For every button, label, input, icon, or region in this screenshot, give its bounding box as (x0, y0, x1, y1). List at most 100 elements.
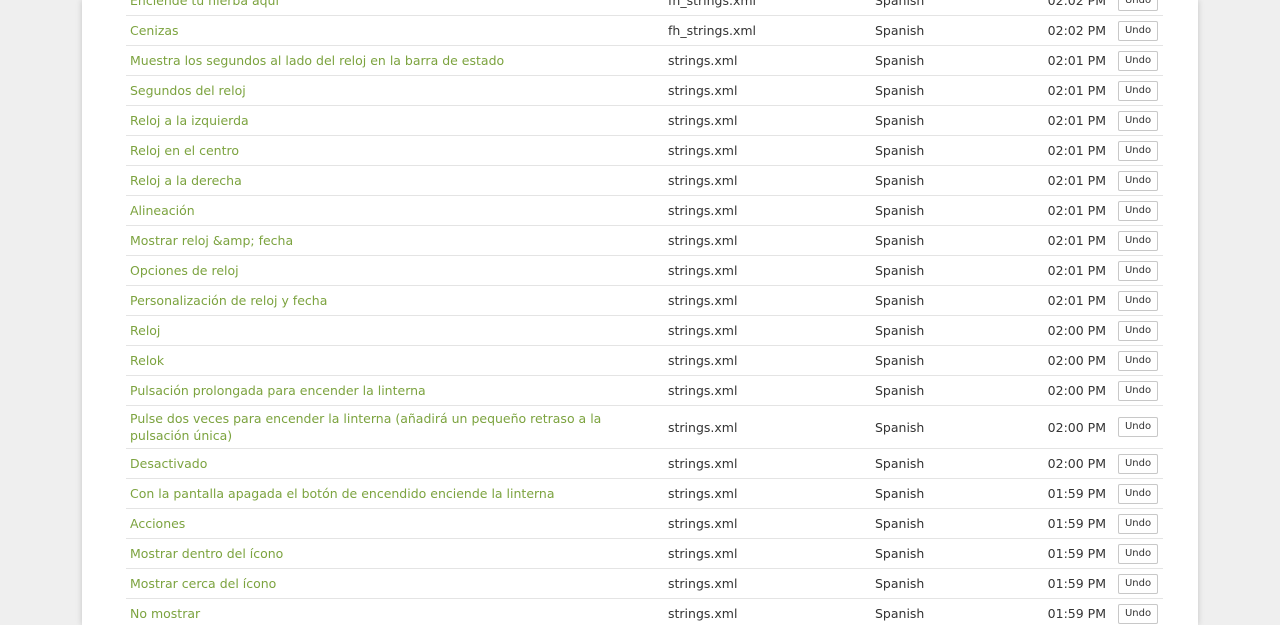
language: Spanish (875, 293, 925, 308)
string-link[interactable]: Relok (130, 352, 164, 369)
table-row: Pulsación prolongada para encender la li… (126, 376, 1163, 406)
timestamp: 01:59 PM (1047, 546, 1106, 561)
timestamp: 02:00 PM (1047, 353, 1106, 368)
table-row: Reloj strings.xml Spanish 02:00 PM Undo (126, 316, 1163, 346)
timestamp: 02:01 PM (1047, 53, 1106, 68)
undo-button[interactable]: Undo (1118, 230, 1158, 251)
file-name: strings.xml (668, 576, 738, 591)
table-row: Mostrar reloj &amp; fecha strings.xml Sp… (126, 226, 1163, 256)
string-link[interactable]: Personalización de reloj y fecha (130, 292, 327, 309)
string-link[interactable]: Con la pantalla apagada el botón de ence… (130, 485, 555, 502)
file-name: fh_strings.xml (668, 0, 756, 8)
file-name: strings.xml (668, 293, 738, 308)
undo-button[interactable]: Undo (1118, 483, 1158, 504)
file-name: strings.xml (668, 173, 738, 188)
file-name: strings.xml (668, 83, 738, 98)
timestamp: 02:00 PM (1047, 419, 1106, 435)
language: Spanish (875, 576, 925, 591)
file-name: strings.xml (668, 516, 738, 531)
language: Spanish (875, 546, 925, 561)
undo-button[interactable]: Undo (1118, 320, 1158, 341)
timestamp: 02:02 PM (1047, 0, 1106, 8)
language: Spanish (875, 456, 925, 471)
language: Spanish (875, 516, 925, 531)
undo-button[interactable]: Undo (1118, 513, 1158, 534)
undo-button[interactable]: Undo (1118, 573, 1158, 594)
file-name: strings.xml (668, 353, 738, 368)
string-link[interactable]: Mostrar cerca del ícono (130, 575, 276, 592)
table-row: Reloj en el centro strings.xml Spanish 0… (126, 136, 1163, 166)
table-row: Muestra los segundos al lado del reloj e… (126, 46, 1163, 76)
undo-button[interactable]: Undo (1118, 260, 1158, 281)
language: Spanish (875, 233, 925, 248)
file-name: strings.xml (668, 233, 738, 248)
table-row: Mostrar cerca del ícono strings.xml Span… (126, 569, 1163, 599)
undo-button[interactable]: Undo (1118, 200, 1158, 221)
undo-button[interactable]: Undo (1118, 140, 1158, 161)
table-row: No mostrar strings.xml Spanish 01:59 PM … (126, 599, 1163, 625)
undo-button[interactable]: Undo (1118, 80, 1158, 101)
file-name: fh_strings.xml (668, 23, 756, 38)
table-row: Enciende tu hierba aquí fh_strings.xml S… (126, 0, 1163, 16)
table-row: Reloj a la derecha strings.xml Spanish 0… (126, 166, 1163, 196)
string-link[interactable]: Mostrar dentro del ícono (130, 545, 283, 562)
string-link[interactable]: Reloj en el centro (130, 142, 239, 159)
string-link[interactable]: Desactivado (130, 455, 207, 472)
undo-button[interactable]: Undo (1118, 603, 1158, 624)
string-link[interactable]: No mostrar (130, 605, 200, 622)
string-link[interactable]: Reloj a la derecha (130, 172, 242, 189)
file-name: strings.xml (668, 383, 738, 398)
timestamp: 02:01 PM (1047, 83, 1106, 98)
string-link[interactable]: Acciones (130, 515, 185, 532)
string-link[interactable]: Opciones de reloj (130, 262, 239, 279)
timestamp: 01:59 PM (1047, 606, 1106, 621)
string-link[interactable]: Reloj a la izquierda (130, 112, 249, 129)
table-row: Pulse dos veces para encender la lintern… (126, 406, 1163, 449)
file-name: strings.xml (668, 53, 738, 68)
undo-button[interactable]: Undo (1118, 380, 1158, 401)
string-link[interactable]: Enciende tu hierba aquí (130, 0, 279, 9)
table-row: Acciones strings.xml Spanish 01:59 PM Un… (126, 509, 1163, 539)
string-link[interactable]: Muestra los segundos al lado del reloj e… (130, 52, 504, 69)
undo-button[interactable]: Undo (1118, 543, 1158, 564)
timestamp: 02:01 PM (1047, 233, 1106, 248)
table-row: Alineación strings.xml Spanish 02:01 PM … (126, 196, 1163, 226)
table-row: Personalización de reloj y fecha strings… (126, 286, 1163, 316)
string-link[interactable]: Mostrar reloj &amp; fecha (130, 232, 293, 249)
language: Spanish (875, 486, 925, 501)
file-name: strings.xml (668, 606, 738, 621)
history-panel: Enciende tu hierba aquí fh_strings.xml S… (82, 0, 1198, 625)
table-row: Relok strings.xml Spanish 02:00 PM Undo (126, 346, 1163, 376)
language: Spanish (875, 0, 925, 8)
table-row: Opciones de reloj strings.xml Spanish 02… (126, 256, 1163, 286)
string-link[interactable]: Pulsación prolongada para encender la li… (130, 382, 426, 399)
language: Spanish (875, 143, 925, 158)
string-link[interactable]: Alineación (130, 202, 195, 219)
undo-button[interactable]: Undo (1118, 350, 1158, 371)
file-name: strings.xml (668, 419, 738, 435)
string-link[interactable]: Segundos del reloj (130, 82, 246, 99)
string-link[interactable]: Cenizas (130, 22, 179, 39)
language: Spanish (875, 353, 925, 368)
language: Spanish (875, 263, 925, 278)
undo-button[interactable]: Undo (1118, 453, 1158, 474)
table-row: Desactivado strings.xml Spanish 02:00 PM… (126, 449, 1163, 479)
language: Spanish (875, 113, 925, 128)
undo-button[interactable]: Undo (1118, 290, 1158, 311)
language: Spanish (875, 53, 925, 68)
string-link[interactable]: Pulse dos veces para encender la lintern… (130, 410, 630, 444)
file-name: strings.xml (668, 263, 738, 278)
undo-button[interactable]: Undo (1118, 50, 1158, 71)
string-link[interactable]: Reloj (130, 322, 160, 339)
undo-button[interactable]: Undo (1118, 0, 1158, 11)
timestamp: 01:59 PM (1047, 576, 1106, 591)
table-row: Con la pantalla apagada el botón de ence… (126, 479, 1163, 509)
undo-button[interactable]: Undo (1118, 417, 1158, 437)
file-name: strings.xml (668, 486, 738, 501)
undo-button[interactable]: Undo (1118, 110, 1158, 131)
undo-button[interactable]: Undo (1118, 20, 1158, 41)
language: Spanish (875, 606, 925, 621)
timestamp: 02:01 PM (1047, 263, 1106, 278)
timestamp: 02:01 PM (1047, 203, 1106, 218)
undo-button[interactable]: Undo (1118, 170, 1158, 191)
